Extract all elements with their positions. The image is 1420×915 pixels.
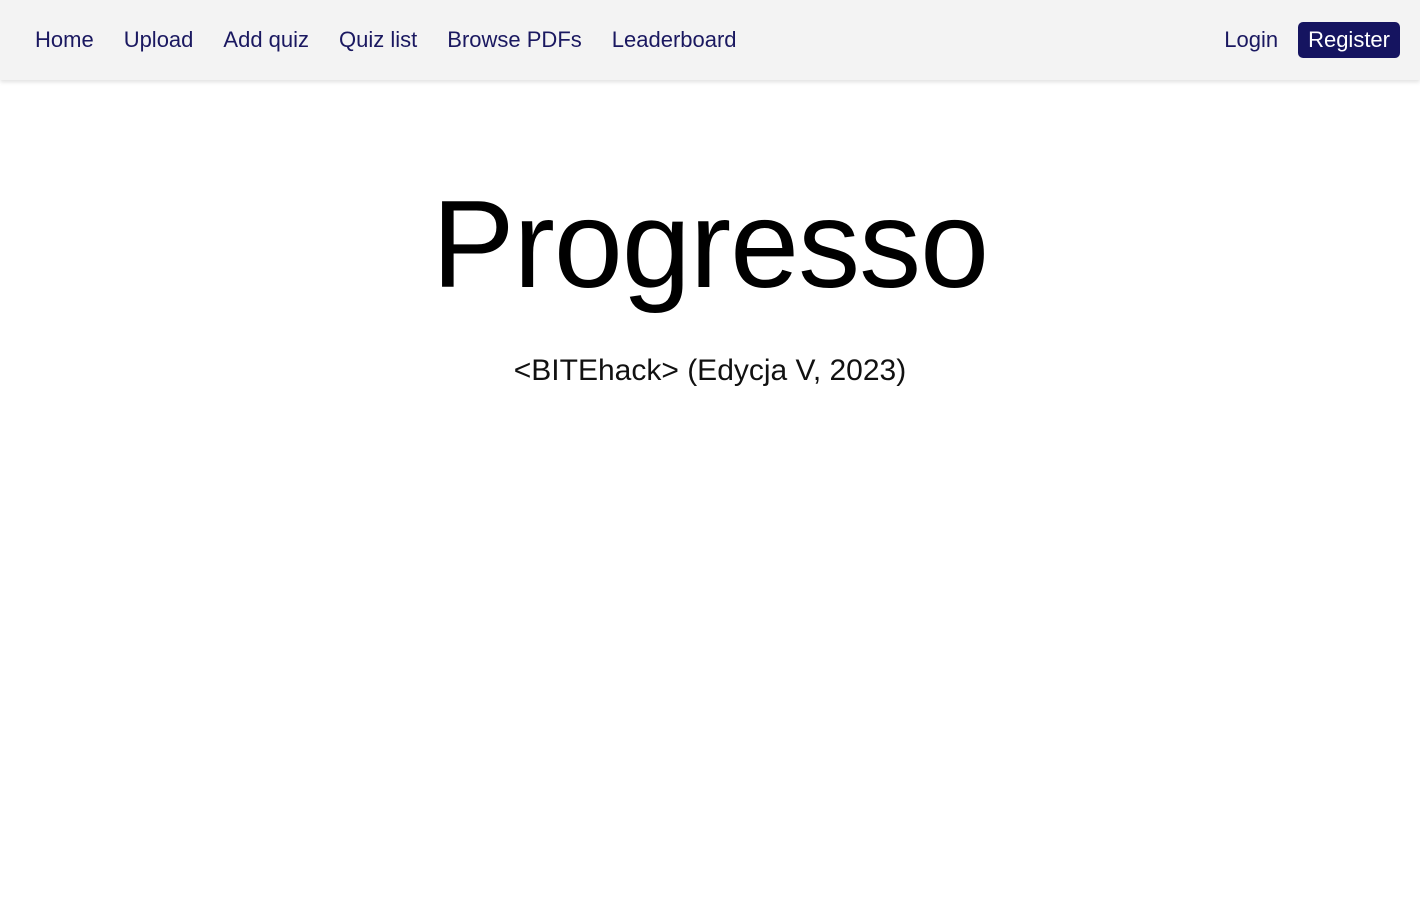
page-title: Progresso xyxy=(431,176,989,314)
nav-link-leaderboard[interactable]: Leaderboard xyxy=(597,21,752,59)
nav-link-add-quiz[interactable]: Add quiz xyxy=(208,21,324,59)
hero-section: Progresso <BITEhack> (Edycja V, 2023) xyxy=(0,80,1420,391)
nav-links: Home Upload Add quiz Quiz list Browse PD… xyxy=(20,21,752,59)
page-subtitle: <BITEhack> (Edycja V, 2023) xyxy=(513,354,907,387)
top-navbar: Home Upload Add quiz Quiz list Browse PD… xyxy=(0,0,1420,80)
nav-link-home[interactable]: Home xyxy=(20,21,109,59)
login-link[interactable]: Login xyxy=(1209,21,1293,59)
register-button[interactable]: Register xyxy=(1298,22,1400,58)
nav-link-upload[interactable]: Upload xyxy=(109,21,209,59)
auth-links: Login Register xyxy=(1209,21,1400,59)
nav-link-browse-pdfs[interactable]: Browse PDFs xyxy=(432,21,596,59)
nav-link-quiz-list[interactable]: Quiz list xyxy=(324,21,432,59)
